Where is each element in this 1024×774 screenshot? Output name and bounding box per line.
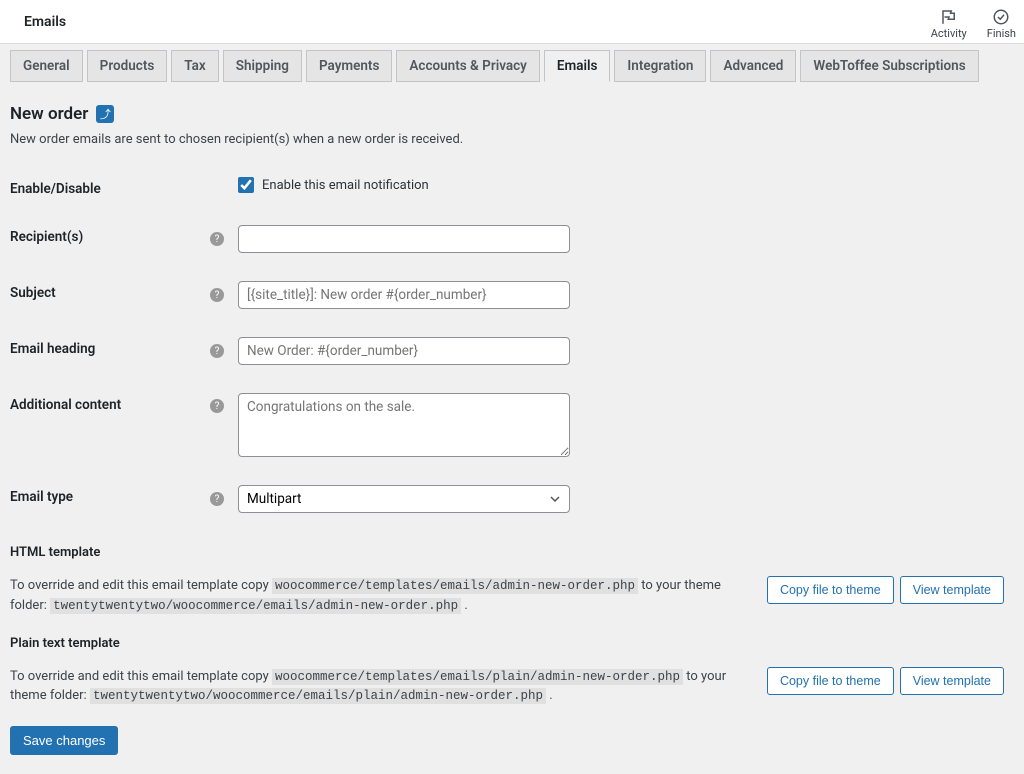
help-icon[interactable]: ? [210,492,224,506]
email-type-select[interactable]: Multipart [238,485,570,513]
finish-button[interactable]: Finish [987,8,1016,40]
tab-tax[interactable]: Tax [171,50,218,82]
page-title: New order [10,104,88,124]
recipients-input[interactable] [238,225,570,253]
enable-checkbox[interactable] [238,177,254,193]
help-icon[interactable]: ? [210,344,224,358]
tab-general[interactable]: General [10,50,83,82]
tab-advanced[interactable]: Advanced [710,50,796,82]
plain-template-text: To override and edit this email template… [10,667,747,707]
circle-check-icon [992,8,1010,26]
additional-content-input[interactable] [238,393,570,457]
subject-label: Subject [10,281,210,301]
email-type-label: Email type [10,485,210,505]
help-icon[interactable]: ? [210,399,224,413]
recipients-label: Recipient(s) [10,225,210,245]
heading-input[interactable] [238,337,570,365]
html-template-text: To override and edit this email template… [10,576,747,616]
enable-label: Enable/Disable [10,177,210,197]
tab-emails[interactable]: Emails [544,50,611,82]
tab-webtoffee[interactable]: WebToffee Subscriptions [800,50,978,82]
topbar: Emails Activity Finish [0,0,1024,44]
help-icon[interactable]: ? [210,232,224,246]
subject-input[interactable] [238,281,570,309]
tab-integration[interactable]: Integration [614,50,706,82]
enable-checkbox-row[interactable]: Enable this email notification [238,177,429,193]
activity-button[interactable]: Activity [931,8,967,40]
html-template-title: HTML template [10,545,1004,560]
back-link-icon[interactable]: ⤴ [96,105,114,123]
heading-label: Email heading [10,337,210,357]
tab-payments[interactable]: Payments [306,50,392,82]
tab-products[interactable]: Products [87,50,168,82]
view-html-template-button[interactable]: View template [900,576,1004,604]
copy-plain-template-button[interactable]: Copy file to theme [767,667,894,695]
additional-label: Additional content [10,393,210,413]
flag-icon [940,8,958,26]
page-description: New order emails are sent to chosen reci… [10,132,1014,147]
page-breadcrumb: Emails [8,14,66,30]
help-icon[interactable]: ? [210,288,224,302]
save-changes-button[interactable]: Save changes [10,726,118,755]
tab-shipping[interactable]: Shipping [223,50,302,82]
settings-tabs: General Products Tax Shipping Payments A… [10,50,1014,82]
plain-template-title: Plain text template [10,636,1004,651]
copy-html-template-button[interactable]: Copy file to theme [767,576,894,604]
view-plain-template-button[interactable]: View template [900,667,1004,695]
tab-accounts[interactable]: Accounts & Privacy [396,50,539,82]
